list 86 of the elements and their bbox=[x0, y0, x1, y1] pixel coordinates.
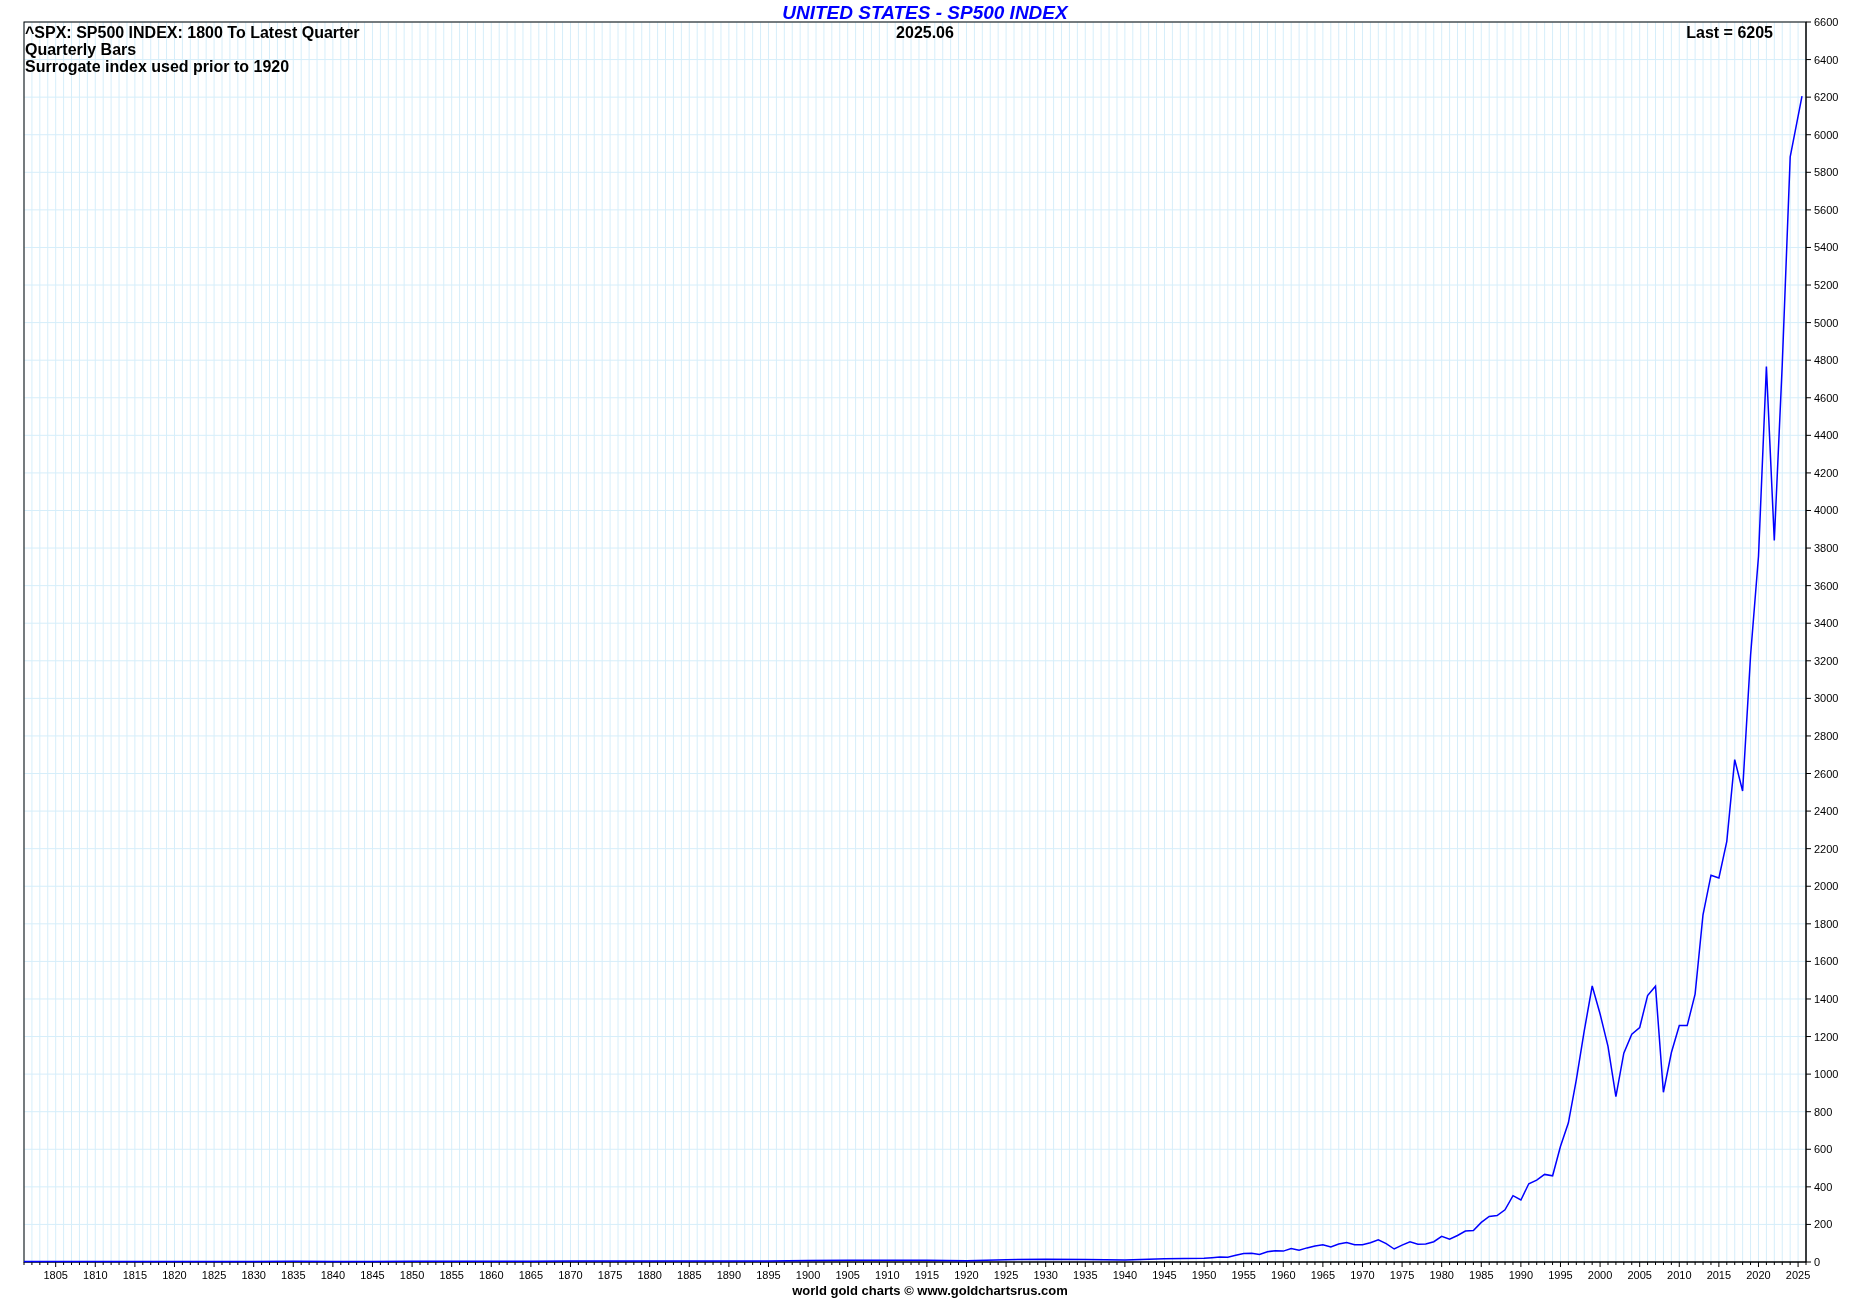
axis-tick-label: 5000 bbox=[1814, 316, 1839, 329]
axis-tick-label: 4600 bbox=[1814, 391, 1839, 404]
chart-note: ^SPX: SP500 INDEX: 1800 To Latest Quarter bbox=[25, 24, 360, 41]
axis-tick-label: 1805 bbox=[43, 1269, 68, 1281]
axis-tick-label: 2400 bbox=[1814, 805, 1839, 818]
axis-tick-label: 1980 bbox=[1429, 1269, 1454, 1281]
axis-tick-label: 1985 bbox=[1469, 1269, 1494, 1281]
axis-tick-label: 1870 bbox=[558, 1269, 583, 1281]
axis-tick-label: 5800 bbox=[1814, 166, 1839, 179]
axis-tick-label: 1860 bbox=[479, 1269, 504, 1281]
axis-tick-label: 1850 bbox=[399, 1269, 425, 1281]
chart-date: 2025.06 bbox=[896, 24, 954, 41]
axis-tick-label: 3400 bbox=[1814, 617, 1839, 630]
chart-note: Surrogate index used prior to 1920 bbox=[25, 58, 290, 75]
axis-tick-label: 1945 bbox=[1152, 1269, 1177, 1281]
axis-tick-label: 1875 bbox=[597, 1269, 623, 1281]
axis-tick-label: 1800 bbox=[1814, 917, 1839, 930]
axis-tick-label: 1825 bbox=[201, 1269, 227, 1281]
axis-tick-label: 1880 bbox=[637, 1269, 662, 1281]
axis-tick-label: 1915 bbox=[914, 1269, 940, 1281]
axis-tick-label: 1815 bbox=[122, 1269, 148, 1281]
axis-tick-label: 1990 bbox=[1508, 1269, 1534, 1281]
axis-tick-label: 2800 bbox=[1814, 729, 1839, 742]
axis-tick-label: 1995 bbox=[1548, 1269, 1573, 1281]
axis-tick-label: 5200 bbox=[1814, 279, 1839, 292]
axis-tick-label: 2000 bbox=[1587, 1269, 1613, 1281]
axis-tick-label: 3000 bbox=[1814, 692, 1839, 705]
axis-tick-label: 2015 bbox=[1706, 1269, 1732, 1281]
axis-tick-label: 1965 bbox=[1310, 1269, 1336, 1281]
axis-tick-label: 6200 bbox=[1814, 91, 1839, 104]
axis-tick-label: 4400 bbox=[1814, 429, 1839, 442]
axis-tick-label: 1200 bbox=[1814, 1030, 1839, 1043]
axis-tick-label: 600 bbox=[1814, 1143, 1833, 1156]
axis-tick-label: 1940 bbox=[1112, 1269, 1138, 1281]
axis-tick-label: 200 bbox=[1814, 1218, 1833, 1231]
chart-title: UNITED STATES - SP500 INDEX bbox=[782, 2, 1068, 23]
axis-tick-label: 2600 bbox=[1814, 767, 1839, 780]
axis-tick-label: 1930 bbox=[1033, 1269, 1058, 1281]
last-value: Last = 6205 bbox=[1686, 24, 1773, 41]
axis-tick-label: 1920 bbox=[954, 1269, 979, 1281]
axis-tick-label: 5400 bbox=[1814, 241, 1839, 254]
axis-tick-label: 1400 bbox=[1814, 992, 1839, 1005]
axis-tick-label: 1855 bbox=[439, 1269, 464, 1281]
axis-tick-label: 1885 bbox=[677, 1269, 702, 1281]
axis-tick-label: 4200 bbox=[1814, 466, 1839, 479]
chart-note: Quarterly Bars bbox=[25, 41, 137, 58]
axis-tick-label: 3200 bbox=[1814, 654, 1839, 667]
axis-tick-label: 6000 bbox=[1814, 128, 1839, 141]
axis-tick-label: 1600 bbox=[1814, 955, 1839, 968]
axis-tick-label: 1830 bbox=[241, 1269, 266, 1281]
axis-tick-label: 1955 bbox=[1231, 1269, 1256, 1281]
axis-tick-label: 1835 bbox=[281, 1269, 306, 1281]
axis-tick-label: 1960 bbox=[1271, 1269, 1296, 1281]
axis-tick-label: 1935 bbox=[1073, 1269, 1098, 1281]
axis-tick-label: 400 bbox=[1814, 1180, 1833, 1193]
axis-tick-label: 1900 bbox=[795, 1269, 821, 1281]
axis-tick-label: 2025 bbox=[1785, 1269, 1811, 1281]
axis-tick-label: 4800 bbox=[1814, 354, 1839, 367]
axis-tick-label: 0 bbox=[1814, 1256, 1821, 1268]
axis-tick-label: 1925 bbox=[993, 1269, 1019, 1281]
axis-tick-label: 1910 bbox=[875, 1269, 900, 1281]
axis-tick-label: 3800 bbox=[1814, 542, 1839, 555]
footer-credit: world gold charts © www.goldchartsrus.com bbox=[792, 1283, 1068, 1298]
axis-tick-label: 2200 bbox=[1814, 842, 1839, 855]
axis-tick-label: 1950 bbox=[1191, 1269, 1217, 1281]
axis-tick-label: 1000 bbox=[1814, 1068, 1839, 1081]
axis-tick-label: 2010 bbox=[1667, 1269, 1692, 1281]
axis-tick-label: 3600 bbox=[1814, 579, 1839, 592]
axis-tick-label: 1975 bbox=[1389, 1269, 1415, 1281]
axis-tick-label: 1890 bbox=[716, 1269, 742, 1281]
axis-tick-label: 6600 bbox=[1814, 16, 1839, 28]
axis-tick-label: 1865 bbox=[518, 1269, 544, 1281]
axis-tick-label: 1820 bbox=[162, 1269, 187, 1281]
axis-tick-label: 1905 bbox=[835, 1269, 860, 1281]
axis-tick-label: 1895 bbox=[756, 1269, 781, 1281]
axis-tick-label: 800 bbox=[1814, 1105, 1833, 1118]
axis-tick-label: 2005 bbox=[1627, 1269, 1652, 1281]
axis-tick-label: 1810 bbox=[83, 1269, 108, 1281]
axis-tick-label: 1840 bbox=[320, 1269, 346, 1281]
axis-tick-label: 2020 bbox=[1746, 1269, 1771, 1281]
axis-tick-label: 1845 bbox=[360, 1269, 385, 1281]
axis-tick-label: 6400 bbox=[1814, 53, 1839, 66]
axis-tick-label: 4000 bbox=[1814, 504, 1839, 517]
axis-tick-label: 1970 bbox=[1350, 1269, 1375, 1281]
axis-tick-label: 2000 bbox=[1814, 880, 1839, 893]
axis-tick-label: 5600 bbox=[1814, 203, 1839, 216]
